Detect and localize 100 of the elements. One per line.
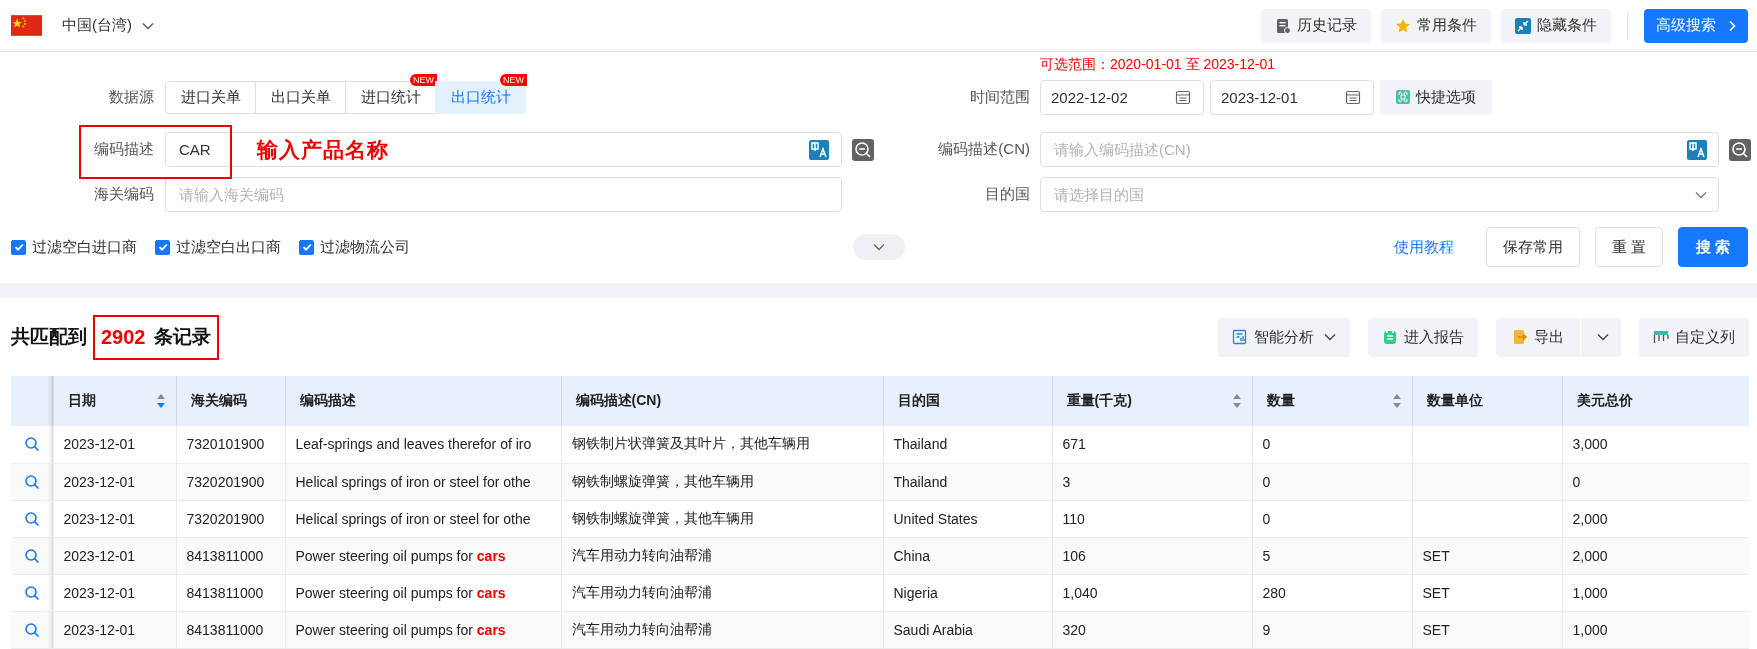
table-cell: China [893, 547, 931, 564]
description-cn-field[interactable]: 请输入编码描述(CN) [1040, 132, 1719, 167]
table-cell: 汽车用动力转向油帮浦 [571, 546, 712, 563]
table-cell: Power steering oil pumps for cars [295, 584, 506, 601]
chevron-right-icon [1728, 19, 1736, 32]
table-cell: United States [893, 510, 978, 527]
filter-checkbox[interactable]: 过滤空白进口商 [11, 237, 137, 257]
annotation-text: 输入产品名称 [257, 136, 389, 164]
table-cell: 3,000 [1572, 436, 1608, 453]
toolbar-button[interactable]: 高级搜索 [1644, 8, 1748, 43]
translate-icon[interactable] [1687, 139, 1707, 160]
sort-icon[interactable] [155, 393, 166, 409]
search-list-icon[interactable] [852, 138, 874, 161]
column-header[interactable]: 美元总价 [1562, 376, 1749, 426]
destination-select[interactable]: 请选择目的国 [1040, 177, 1719, 212]
table-cell: SET [1422, 584, 1450, 601]
table-cell: 7320201900 [186, 473, 265, 490]
filter-checkbox[interactable]: 过滤物流公司 [299, 237, 410, 257]
date-field[interactable]: 2023-12-01 [1210, 79, 1374, 115]
search-icon[interactable] [23, 436, 40, 453]
export-button[interactable]: 导出 [1496, 317, 1580, 357]
field-label: 编码描述(CN) [937, 140, 1030, 159]
table-cell: Thailand [893, 473, 948, 490]
filter-checkbox[interactable]: 过滤空白出口商 [155, 237, 281, 257]
action-button[interactable]: 重 置 [1594, 227, 1663, 267]
chevron-down-icon[interactable] [142, 21, 154, 30]
table-cell: 110 [1062, 510, 1085, 527]
table-cell: Helical springs of iron or steel for othe [295, 510, 531, 527]
chevron-down-icon [1695, 190, 1707, 199]
table-cell: Thailand [893, 436, 948, 453]
table-cell: 2,000 [1572, 510, 1608, 527]
source-tab[interactable]: 出口关单 [255, 80, 346, 114]
expand-toggle[interactable] [853, 234, 905, 260]
table-cell: 106 [1062, 547, 1086, 564]
quick-options-button[interactable]: 快捷选项 [1380, 79, 1492, 115]
search-list-icon[interactable] [1729, 138, 1751, 161]
column-header[interactable]: 重量(千克) [1052, 376, 1252, 426]
search-icon[interactable] [23, 621, 40, 638]
calendar-icon [1175, 89, 1191, 105]
chevron-down-icon [1324, 333, 1336, 341]
sort-icon[interactable] [1231, 393, 1242, 409]
source-tab[interactable]: 进口关单 [165, 80, 256, 114]
new-badge: NEW [410, 73, 437, 86]
toolbar-button[interactable]: 智能分析 [1218, 317, 1350, 357]
table-cell: SET [1422, 621, 1450, 638]
toolbar-button[interactable]: 隐藏条件 [1501, 8, 1611, 43]
sort-icon[interactable] [1391, 393, 1402, 409]
table-cell: 1,000 [1572, 621, 1608, 638]
field-label: 数据源 [108, 87, 154, 107]
region-selector[interactable]: 中国(台湾) [62, 16, 132, 35]
search-icon[interactable] [23, 510, 40, 527]
search-icon[interactable] [23, 473, 40, 490]
table-cell: 8413811000 [186, 547, 264, 564]
column-header[interactable]: 数量单位 [1412, 376, 1562, 426]
table-cell: 汽车用动力转向油帮浦 [571, 620, 712, 637]
translate-icon[interactable] [809, 139, 829, 160]
calendar-icon [1345, 89, 1361, 105]
search-icon[interactable] [23, 584, 40, 601]
table-cell: 7320101900 [186, 436, 265, 453]
column-header[interactable]: 编码描述(CN) [561, 376, 883, 426]
table-cell: 9 [1262, 621, 1271, 638]
column-header[interactable]: 数量 [1252, 376, 1412, 426]
column-header[interactable]: 日期 [53, 376, 176, 426]
table-cell: 8413811000 [186, 584, 264, 601]
column-header[interactable]: 海关编码 [176, 376, 285, 426]
toolbar-button[interactable]: 常用条件 [1381, 8, 1491, 43]
chevron-down-icon [873, 243, 885, 251]
table-cell: 280 [1262, 584, 1286, 601]
table-cell: Leaf-springs and leaves therefor of iro [295, 436, 532, 453]
action-button[interactable]: 保存常用 [1485, 227, 1580, 267]
hs-code-field[interactable]: 请输入海关编码 [165, 177, 842, 212]
table-cell: 2023-12-01 [63, 621, 136, 638]
table-cell: 0 [1262, 436, 1271, 453]
command-icon [1396, 90, 1410, 104]
new-badge: NEW [500, 73, 527, 86]
chevron-down-icon [1597, 333, 1609, 341]
description-field[interactable]: CAR 输入产品名称 [165, 132, 842, 167]
table-cell: 2023-12-01 [63, 436, 136, 453]
table-cell: 320 [1062, 621, 1086, 638]
export-file-icon [1512, 329, 1528, 345]
toolbar-button[interactable]: 历史记录 [1261, 8, 1371, 43]
table-cell: 钢铁制螺旋弹簧，其他车辆用 [571, 509, 754, 526]
chart-document-icon [1232, 329, 1248, 345]
range-note: 可选范围：2020-01-01 至 2023-12-01 [1040, 56, 1275, 74]
table-cell: 5 [1262, 547, 1271, 564]
toolbar-button[interactable]: 进入报告 [1368, 317, 1478, 357]
date-field[interactable]: 2022-12-02 [1040, 79, 1204, 115]
table-cell: 2,000 [1572, 547, 1608, 564]
column-header[interactable]: 编码描述 [285, 376, 561, 426]
document-icon [1275, 17, 1291, 34]
results-suffix: 条记录 [153, 325, 211, 349]
checkmark-icon [12, 241, 25, 253]
result-count: 2902 [101, 325, 146, 349]
column-header[interactable]: 目的国 [883, 376, 1052, 426]
table-cell: Power steering oil pumps for cars [295, 547, 506, 564]
table-cell: Power steering oil pumps for cars [295, 621, 506, 638]
action-button[interactable]: 搜 索 [1677, 227, 1748, 267]
toolbar-button[interactable]: 自定义列 [1639, 317, 1749, 357]
tutorial-link[interactable]: 使用教程 [1393, 237, 1454, 257]
search-icon[interactable] [23, 547, 40, 564]
